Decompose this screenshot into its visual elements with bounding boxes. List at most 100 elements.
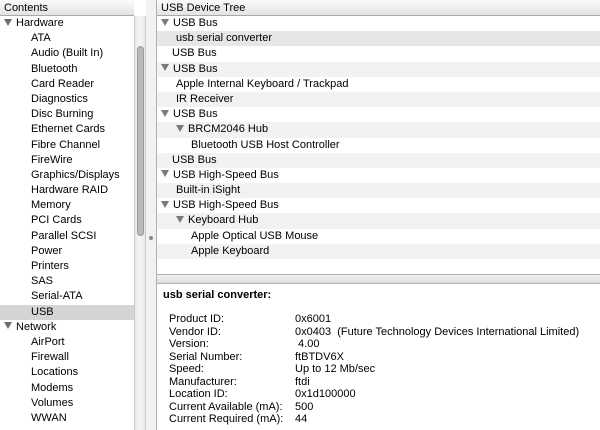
- detail-row: Current Available (mA): 500: [169, 401, 313, 414]
- detail-row: Speed: Up to 12 Mb/sec: [169, 363, 375, 376]
- tree-row-label: USB Bus: [172, 47, 217, 60]
- disclosure-triangle-icon[interactable]: [161, 64, 169, 72]
- device-details-panel: usb serial converter: Product ID: 0x6001 V…: [157, 284, 600, 430]
- disclosure-triangle-icon[interactable]: [161, 18, 169, 26]
- detail-label: Speed:: [169, 363, 204, 375]
- detail-value: 0x0403 (Future Technology Devices Intern…: [295, 325, 580, 338]
- tree-row-label: Apple Internal Keyboard / Trackpad: [176, 77, 349, 90]
- sidebar-group-label: Network: [16, 320, 57, 333]
- detail-row: Location ID: 0x1d100000: [169, 388, 356, 401]
- sidebar-group-hardware[interactable]: Hardware: [0, 16, 134, 31]
- detail-label: Vendor ID:: [169, 325, 221, 338]
- splitter-handle-icon: [149, 236, 153, 240]
- tree-row-label: Built-in iSight: [176, 184, 241, 197]
- detail-title: usb serial converter:: [163, 289, 272, 301]
- horizontal-splitter[interactable]: [157, 274, 600, 284]
- sidebar-item-graphics-displays[interactable]: Graphics/Displays: [0, 168, 134, 183]
- sidebar-item-audio-built-in[interactable]: Audio (Built In): [0, 46, 134, 61]
- detail-row: Version: 4.00: [169, 338, 319, 351]
- detail-label: Version:: [169, 338, 209, 350]
- sidebar-item-hardware-raid[interactable]: Hardware RAID: [0, 183, 134, 198]
- tree-row-label: BRCM2046 Hub: [188, 123, 269, 136]
- tree-row[interactable]: IR Receiver: [157, 91, 600, 108]
- detail-row: Serial Number: ftBTDV6X: [169, 351, 344, 364]
- tree-row[interactable]: Apple Internal Keyboard / Trackpad: [157, 77, 600, 92]
- tree-row[interactable]: BRCM2046 Hub: [157, 122, 600, 138]
- tree-row-label: IR Receiver: [176, 92, 234, 105]
- detail-value: 0x6001: [295, 313, 332, 325]
- disclosure-triangle-icon[interactable]: [161, 170, 169, 178]
- tree-row-label: Apple Keyboard: [191, 244, 270, 257]
- vertical-splitter[interactable]: [146, 0, 157, 430]
- sidebar-item-firewire[interactable]: FireWire: [0, 153, 134, 168]
- tree-row[interactable]: USB Bus: [157, 46, 600, 61]
- detail-label: Current Required (mA):: [169, 413, 284, 425]
- tree-row-label: USB High-Speed Bus: [173, 168, 279, 181]
- tree-row[interactable]: usb serial converter: [157, 31, 600, 47]
- tree-row[interactable]: USB Bus: [157, 107, 600, 122]
- tree-row[interactable]: Apple Optical USB Mouse: [157, 229, 600, 244]
- sidebar-item-modems[interactable]: Modems: [0, 381, 134, 396]
- usb-device-tree-header: USB Device Tree: [157, 0, 600, 16]
- tree-row[interactable]: USB Bus: [157, 16, 600, 31]
- tree-row[interactable]: Bluetooth USB Host Controller: [157, 138, 600, 153]
- detail-label: Location ID:: [169, 388, 228, 400]
- tree-row-label: USB Bus: [172, 153, 217, 166]
- detail-value: 44: [295, 413, 308, 425]
- tree-row[interactable]: USB High-Speed Bus: [157, 198, 600, 213]
- scrollbar-thumb[interactable]: [137, 46, 144, 236]
- tree-row-label: USB Bus: [173, 62, 218, 75]
- disclosure-triangle-icon[interactable]: [161, 200, 169, 208]
- sidebar-item-firewall[interactable]: Firewall: [0, 350, 134, 365]
- contents-sidebar: Hardware ATA Audio (Built In) Bluetooth Card…: [0, 16, 134, 430]
- tree-row[interactable]: Keyboard Hub: [157, 213, 600, 229]
- sidebar-item-volumes[interactable]: Volumes: [0, 396, 134, 411]
- sidebar-item-pci-cards[interactable]: PCI Cards: [0, 213, 134, 228]
- sidebar-item-sas[interactable]: SAS: [0, 274, 134, 289]
- detail-value: 0x1d100000: [295, 388, 356, 400]
- tree-row-label: usb serial converter: [176, 32, 272, 45]
- tree-row[interactable]: USB Bus: [157, 152, 600, 168]
- sidebar-item-usb[interactable]: USB: [0, 304, 134, 320]
- sidebar-item-wwan[interactable]: WWAN: [0, 411, 134, 426]
- sidebar-item-parallel-scsi[interactable]: Parallel SCSI: [0, 229, 134, 244]
- sidebar-item-power[interactable]: Power: [0, 244, 134, 259]
- sidebar-item-memory[interactable]: Memory: [0, 198, 134, 213]
- tree-row-label: USB High-Speed Bus: [173, 199, 279, 212]
- tree-row[interactable]: Built-in iSight: [157, 183, 600, 199]
- disclosure-triangle-icon[interactable]: [176, 124, 184, 132]
- detail-value: ftdi: [295, 375, 310, 388]
- sidebar-item-airport[interactable]: AirPort: [0, 335, 134, 350]
- sidebar-item-fibre-channel[interactable]: Fibre Channel: [0, 138, 134, 153]
- sidebar-item-disc-burning[interactable]: Disc Burning: [0, 107, 134, 122]
- tree-row[interactable]: USB Bus: [157, 61, 600, 77]
- tree-row[interactable]: USB High-Speed Bus: [157, 168, 600, 183]
- detail-row: Product ID: 0x6001: [169, 313, 331, 326]
- sidebar-item-bluetooth[interactable]: Bluetooth: [0, 62, 134, 77]
- disclosure-triangle-icon[interactable]: [4, 18, 12, 26]
- detail-row: Current Required (mA): 44: [169, 413, 307, 426]
- sidebar-item-ethernet-cards[interactable]: Ethernet Cards: [0, 122, 134, 137]
- detail-label: Serial Number:: [169, 350, 243, 363]
- sidebar-item-printers[interactable]: Printers: [0, 259, 134, 274]
- sidebar-scrollbar[interactable]: [134, 16, 146, 430]
- disclosure-triangle-icon[interactable]: [4, 322, 12, 330]
- tree-row-label: Bluetooth USB Host Controller: [191, 138, 340, 151]
- detail-label: Manufacturer:: [169, 375, 237, 388]
- sidebar-group-network[interactable]: Network: [0, 320, 134, 335]
- tree-row-label: Keyboard Hub: [188, 214, 259, 227]
- detail-row: Manufacturer: ftdi: [169, 376, 310, 389]
- sidebar-item-serial-ata[interactable]: Serial-ATA: [0, 289, 134, 304]
- tree-row[interactable]: Apple Keyboard: [157, 243, 600, 259]
- detail-label: Current Available (mA):: [169, 400, 283, 413]
- sidebar-item-ata[interactable]: ATA: [0, 31, 134, 46]
- sidebar-item-diagnostics[interactable]: Diagnostics: [0, 92, 134, 107]
- disclosure-triangle-icon[interactable]: [176, 216, 184, 224]
- disclosure-triangle-icon[interactable]: [161, 109, 169, 117]
- tree-row-label: USB Bus: [173, 17, 218, 29]
- contents-header: Contents: [0, 0, 134, 16]
- sidebar-item-card-reader[interactable]: Card Reader: [0, 77, 134, 92]
- detail-label: Product ID:: [169, 313, 225, 325]
- sidebar-group-label: Hardware: [16, 17, 64, 29]
- sidebar-item-locations[interactable]: Locations: [0, 365, 134, 380]
